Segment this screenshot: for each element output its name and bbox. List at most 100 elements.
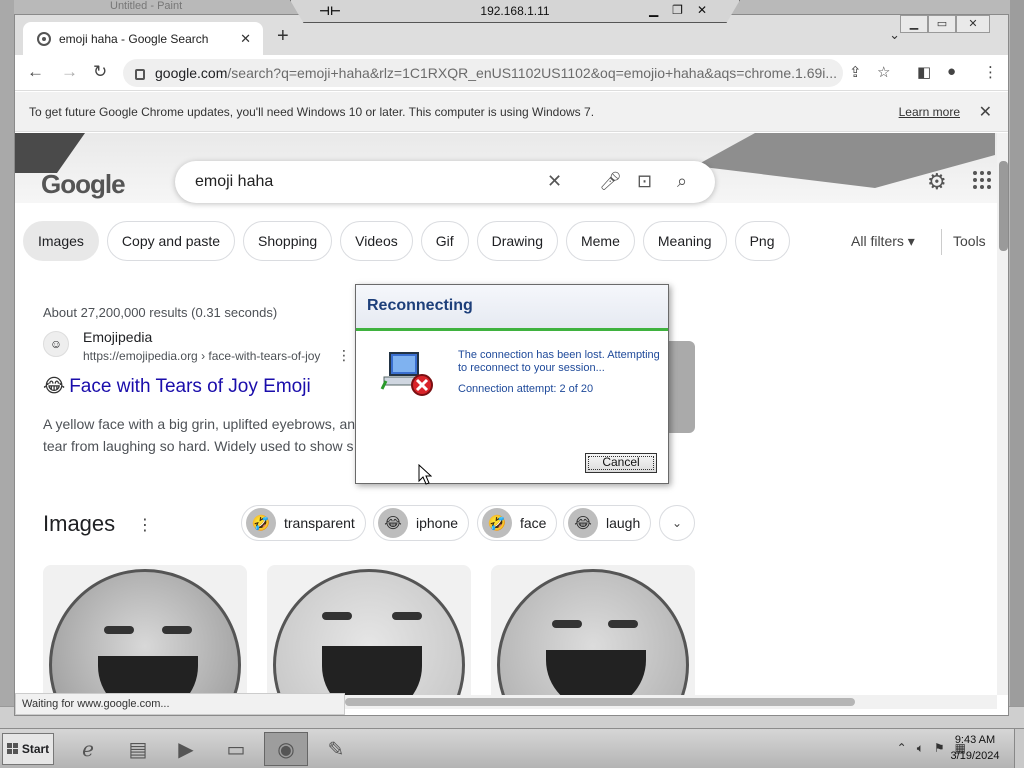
mouse-cursor-icon: [418, 464, 432, 485]
share-icon[interactable]: ⇪: [849, 63, 862, 81]
start-button[interactable]: Start: [2, 733, 54, 765]
rdp-connection-bar: ⊣⊢ 192.168.1.11 ▁ ❐ ✕: [290, 0, 740, 23]
globe-icon: [37, 31, 51, 46]
face-eye: [162, 626, 192, 634]
vertical-scroll-thumb[interactable]: [999, 161, 1008, 251]
related-label: laugh: [606, 515, 641, 531]
filter-chips: Images Copy and paste Shopping Videos Gi…: [23, 221, 790, 261]
result-site-name[interactable]: Emojipedia: [83, 329, 152, 345]
camera-search-icon[interactable]: ⊡: [637, 171, 652, 192]
image-result[interactable]: [491, 565, 695, 695]
new-tab-button[interactable]: +: [277, 25, 289, 48]
related-label: transparent: [284, 515, 355, 531]
result-title-link[interactable]: 😂 Face with Tears of Joy Emoji: [43, 375, 311, 398]
chip-meme[interactable]: Meme: [565, 221, 635, 261]
horizontal-scrollbar[interactable]: [345, 695, 997, 709]
face-eye: [552, 620, 582, 628]
chip-copy-and-paste[interactable]: Copy and paste: [106, 221, 235, 261]
result-title-text: Face with Tears of Joy Emoji: [69, 376, 311, 397]
menu-kebab-icon[interactable]: ⋮: [983, 63, 998, 81]
background-paint-title: Untitled - Paint: [110, 0, 183, 12]
search-icon[interactable]: ⌕: [677, 171, 687, 192]
tab-close-icon[interactable]: ✕: [240, 31, 251, 47]
rdp-restore-icon[interactable]: ❐: [672, 3, 683, 17]
remote-desktop-icon[interactable]: ▭: [214, 732, 258, 766]
rdp-close-icon[interactable]: ✕: [697, 3, 707, 17]
related-expand-chevron-icon[interactable]: ⌄: [659, 505, 695, 541]
rdp-host: 192.168.1.11: [480, 4, 550, 18]
clock-time: 9:43 AM: [954, 734, 996, 746]
settings-gear-icon[interactable]: ⚙: [927, 169, 947, 195]
clock[interactable]: 9:43 AM 3/19/2024: [940, 732, 1010, 764]
face-eye: [608, 620, 638, 628]
chip-drawing[interactable]: Drawing: [476, 221, 558, 261]
profile-avatar-icon[interactable]: ●: [947, 63, 956, 80]
search-input[interactable]: emoji haha ✕ 🎤︎ ⊡ ⌕: [175, 161, 715, 203]
horizontal-scroll-thumb[interactable]: [345, 698, 855, 706]
dialog-message: The connection has been lost. Attempting…: [458, 349, 660, 374]
microphone-icon[interactable]: 🎤︎: [599, 171, 622, 192]
reconnecting-dialog: Reconnecting The connection has been los…: [355, 284, 669, 484]
filters-divider: [941, 229, 942, 255]
address-bar[interactable]: google.com /search?q=emoji+haha&rlz=1C1R…: [123, 59, 843, 87]
background-window-edge: [0, 0, 14, 726]
google-doodle-logo[interactable]: Google: [41, 169, 126, 200]
learn-more-link[interactable]: Learn more: [899, 105, 960, 119]
related-label: face: [520, 515, 547, 531]
result-stats: About 27,200,000 results (0.31 seconds): [43, 305, 278, 320]
laughing-face-image: [497, 569, 689, 695]
all-filters-button[interactable]: All filters ▾: [851, 233, 915, 250]
chip-gif[interactable]: Gif: [420, 221, 469, 261]
pin-icon[interactable]: ⊣⊢: [319, 4, 341, 18]
infobar-close-icon[interactable]: ✕: [979, 102, 992, 122]
chip-meaning[interactable]: Meaning: [642, 221, 727, 261]
tools-button[interactable]: Tools: [953, 233, 986, 249]
back-arrow-icon[interactable]: ←: [27, 62, 44, 82]
show-desktop-button[interactable]: [1014, 729, 1024, 768]
related-chip-iphone[interactable]: 😂 iphone: [373, 505, 470, 541]
rdp-controls: ▁ ❐ ✕: [649, 3, 707, 17]
start-label: Start: [21, 742, 50, 756]
media-player-icon[interactable]: ▶: [164, 732, 208, 766]
related-chip-laugh[interactable]: 😂 laugh: [563, 505, 652, 541]
result-more-icon[interactable]: ⋮: [337, 347, 351, 364]
clock-date: 3/19/2024: [950, 750, 1000, 762]
tab-search-chevron-icon[interactable]: ⌄: [889, 27, 900, 43]
related-chip-transparent[interactable]: 🤣 transparent: [241, 505, 366, 541]
related-emoji-icon: 😂: [378, 508, 408, 538]
paint-icon[interactable]: ✎: [314, 732, 358, 766]
tab-google-search[interactable]: emoji haha - Google Search ✕: [23, 22, 263, 55]
cancel-button[interactable]: Cancel: [585, 453, 657, 473]
background-window-edge-right: [1010, 0, 1024, 726]
reload-icon[interactable]: ↻: [93, 62, 107, 82]
result-thumbnail[interactable]: [669, 341, 695, 433]
images-more-icon[interactable]: ⋮: [137, 515, 153, 535]
internet-explorer-icon[interactable]: ℯ: [66, 732, 110, 766]
related-chip-face[interactable]: 🤣 face: [477, 505, 558, 541]
tray-expand-icon[interactable]: ⌃: [897, 741, 907, 756]
image-result[interactable]: [43, 565, 247, 695]
volume-icon[interactable]: 🔈︎: [917, 741, 924, 756]
image-result[interactable]: [267, 565, 471, 695]
browser-toolbar: ← → ↻ google.com /search?q=emoji+haha&rl…: [15, 55, 1008, 91]
google-apps-icon[interactable]: [973, 171, 991, 189]
side-panel-icon[interactable]: ◧: [917, 63, 931, 81]
vertical-scrollbar[interactable]: [997, 133, 1008, 695]
close-button[interactable]: ✕: [956, 15, 990, 33]
file-explorer-icon[interactable]: ▤: [116, 732, 160, 766]
minimize-button[interactable]: ▁: [900, 15, 928, 33]
bookmark-star-icon[interactable]: ☆: [877, 63, 890, 81]
clear-icon[interactable]: ✕: [547, 171, 562, 192]
all-filters-label: All filters: [851, 233, 904, 249]
chip-videos[interactable]: Videos: [340, 221, 413, 261]
restore-button[interactable]: ▭: [928, 15, 956, 33]
tab-title: emoji haha - Google Search: [59, 31, 209, 46]
chip-shopping[interactable]: Shopping: [243, 221, 333, 261]
face-mouth: [546, 650, 646, 695]
forward-arrow-icon[interactable]: →: [61, 62, 78, 82]
rdp-minimize-icon[interactable]: ▁: [649, 3, 658, 17]
result-url[interactable]: https://emojipedia.org › face-with-tears…: [83, 349, 320, 363]
chip-images[interactable]: Images: [23, 221, 99, 261]
chip-png[interactable]: Png: [734, 221, 790, 261]
chrome-taskbar-icon[interactable]: ◉: [264, 732, 308, 766]
